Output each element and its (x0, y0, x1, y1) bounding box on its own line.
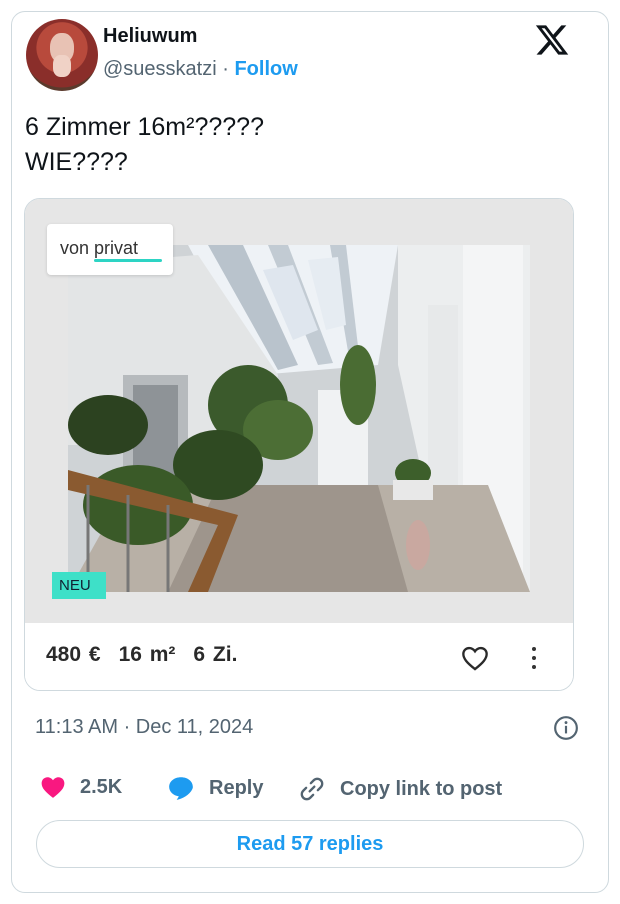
listing-price: 480 € (46, 643, 101, 666)
tweet-text-line-2: WIE???? (25, 148, 128, 176)
listing-screenshot: von privat NEU (25, 199, 573, 623)
like-button[interactable]: 2.5K (40, 775, 122, 799)
handle[interactable]: @suesskatzi (103, 58, 217, 80)
copy-link-button[interactable]: Copy link to post (298, 775, 502, 803)
timestamp[interactable]: 11:13 AM · Dec 11, 2024 (35, 716, 253, 739)
display-name[interactable]: Heliuwum (103, 25, 197, 48)
tag-underline (94, 259, 162, 262)
listing-area: 16 m² (118, 643, 176, 666)
media-attachment[interactable]: von privat NEU 480 € 16 m² 6 Zi. (24, 198, 574, 691)
x-logo-icon[interactable] (534, 22, 570, 58)
heart-filled-icon (41, 777, 65, 798)
follow-link[interactable]: Follow (234, 58, 297, 80)
new-badge: NEU (52, 572, 106, 599)
read-replies-button[interactable]: Read 57 replies (36, 820, 584, 868)
reply-button[interactable]: Reply (167, 775, 263, 801)
copy-link-label: Copy link to post (340, 777, 503, 800)
kebab-menu-icon[interactable] (530, 645, 538, 671)
avatar[interactable] (26, 19, 98, 91)
reply-label: Reply (209, 776, 264, 799)
listing-info-bar: 480 € 16 m² 6 Zi. (25, 623, 573, 690)
apartment-photo (68, 245, 530, 592)
speech-bubble-icon (169, 777, 193, 800)
tag-word: privat (94, 238, 139, 258)
handle-row: @suesskatzi · Follow (103, 58, 298, 81)
separator: · (222, 58, 229, 80)
link-icon (300, 777, 324, 801)
private-seller-tag: von privat (47, 224, 173, 275)
tweet-text: 6 Zimmer 16m²????? WIE???? (25, 110, 264, 180)
tweet-text-line-1: 6 Zimmer 16m²????? (25, 113, 264, 141)
heart-outline-icon[interactable] (461, 645, 489, 671)
listing-rooms: 6 Zi. (193, 643, 238, 666)
tag-prefix: von (60, 238, 95, 258)
listing-stats: 480 € 16 m² 6 Zi. (46, 643, 255, 667)
info-icon[interactable] (553, 715, 579, 741)
action-bar: 2.5K Reply Copy link to post (40, 775, 580, 805)
like-count: 2.5K (80, 775, 123, 798)
avatar-hands (53, 55, 71, 77)
